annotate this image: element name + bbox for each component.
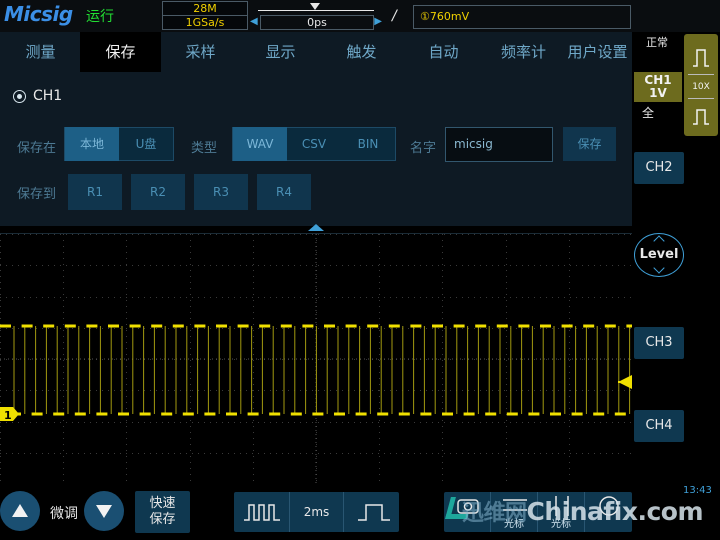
divider xyxy=(688,74,714,75)
waveform-canvas: 1 xyxy=(0,234,632,484)
function-menu: 测量 保存 采样 显示 触发 自动 频率计 用户设置 xyxy=(0,32,632,72)
fine-up-button[interactable] xyxy=(0,491,40,531)
scroll-left-icon[interactable]: ◀ xyxy=(250,16,258,27)
tab-user-settings[interactable]: 用户设置 xyxy=(563,32,632,72)
location-label: 保存在 xyxy=(17,141,57,156)
fine-down-button[interactable] xyxy=(84,491,124,531)
type-wav-button[interactable]: WAV xyxy=(233,127,287,161)
divider xyxy=(688,98,714,99)
type-label: 类型 xyxy=(191,141,218,156)
channel-label: CH1 xyxy=(33,88,63,104)
ch1-quick-panel[interactable]: 10X xyxy=(684,34,718,136)
tab-auto[interactable]: 自动 xyxy=(403,32,484,72)
watermark-cn: 迅维网 xyxy=(462,501,527,526)
top-status-bar: Micsig 运行 28M 1GSa/s ◀ ▶ 0ps / ①760mV xyxy=(0,0,720,32)
level-label: Level xyxy=(639,247,679,262)
run-stop-button[interactable]: 运行 xyxy=(86,6,114,26)
rising-edge-icon[interactable]: / xyxy=(392,8,397,24)
brand-logo: Micsig xyxy=(4,2,73,26)
ch1-bandwidth: 全 xyxy=(642,106,655,120)
ch1-settings-button[interactable]: CH1 1V xyxy=(634,72,682,102)
waveform-display[interactable]: 1 xyxy=(0,233,632,484)
saveto-label: 保存到 xyxy=(17,187,57,202)
filename-input[interactable]: micsig xyxy=(445,127,553,162)
timebase-value: 2ms xyxy=(289,492,344,532)
name-label: 名字 xyxy=(410,141,437,156)
type-csv-button[interactable]: CSV xyxy=(287,127,341,161)
chevron-down-icon xyxy=(653,262,665,274)
ch1-scale: 1V xyxy=(649,86,667,100)
tab-measure[interactable]: 测量 xyxy=(0,32,81,72)
fine-adjust-label: 微调 xyxy=(50,506,78,522)
timebase-control[interactable]: 2ms xyxy=(234,492,399,532)
collapse-panel-icon[interactable] xyxy=(308,224,324,231)
pulse-wave-icon[interactable] xyxy=(684,100,718,134)
memory-bar xyxy=(258,10,374,11)
time-offset: 0ps xyxy=(260,15,374,30)
sample-rate: 1GSa/s xyxy=(185,16,225,29)
radio-icon[interactable] xyxy=(13,90,26,103)
level-knob[interactable]: Level xyxy=(634,233,684,277)
timebase-zoom-in-icon[interactable] xyxy=(242,502,282,522)
acquisition-info[interactable]: 28M 1GSa/s xyxy=(162,1,248,30)
watermark: 迅维网Chinafix.com xyxy=(462,495,704,527)
save-button[interactable]: 保存 xyxy=(563,127,616,161)
tab-counter[interactable]: 频率计 xyxy=(483,32,564,72)
ch2-button[interactable]: CH2 xyxy=(634,152,684,184)
type-bin-button[interactable]: BIN xyxy=(341,127,395,161)
ch4-button[interactable]: CH4 xyxy=(634,410,684,442)
trigger-position-marker xyxy=(310,3,320,10)
scroll-right-icon[interactable]: ▶ xyxy=(374,16,382,27)
triangle-up-icon xyxy=(12,504,28,517)
tab-acquire[interactable]: 采样 xyxy=(160,32,241,72)
quick-save-button[interactable]: 快速保存 xyxy=(135,491,190,533)
triangle-down-icon xyxy=(96,505,112,518)
square-wave-icon[interactable] xyxy=(684,40,718,76)
record-length: 28M xyxy=(163,2,247,16)
trigger-level-readout[interactable]: ①760mV xyxy=(413,5,631,29)
ch1-marker-label: 1 xyxy=(4,409,12,422)
ref-r4-button[interactable]: R4 xyxy=(257,174,311,210)
chevron-up-icon xyxy=(653,235,665,247)
clock: 13:43 xyxy=(683,485,712,496)
timebase-zoom-out-icon[interactable] xyxy=(354,502,394,522)
location-usb-button[interactable]: U盘 xyxy=(119,127,173,161)
probe-ratio[interactable]: 10X xyxy=(684,82,718,92)
tab-save[interactable]: 保存 xyxy=(80,32,161,72)
horizontal-position[interactable]: ◀ ▶ 0ps xyxy=(250,1,384,30)
ref-r1-button[interactable]: R1 xyxy=(68,174,122,210)
watermark-en: Chinafix.com xyxy=(526,497,704,526)
tab-display[interactable]: 显示 xyxy=(240,32,321,72)
ch3-button[interactable]: CH3 xyxy=(634,327,684,359)
right-sidebar: 正常 CH1 1V 全 10X CH2 Level CH3 CH4 xyxy=(632,32,720,540)
tab-trigger[interactable]: 触发 xyxy=(321,32,402,72)
save-panel: CH1 保存在 本地 U盘 类型 WAV CSV BIN 名字 micsig 保… xyxy=(0,72,632,231)
acquire-mode-label: 正常 xyxy=(646,36,668,49)
ref-r2-button[interactable]: R2 xyxy=(131,174,185,210)
location-local-button[interactable]: 本地 xyxy=(65,127,119,161)
quick-save-label: 快速保存 xyxy=(149,496,176,527)
ref-r3-button[interactable]: R3 xyxy=(194,174,248,210)
bottom-toolbar: 微调 快速保存 2ms 光标 光标 迅维网Chinafix.com 13:43 xyxy=(0,483,720,540)
